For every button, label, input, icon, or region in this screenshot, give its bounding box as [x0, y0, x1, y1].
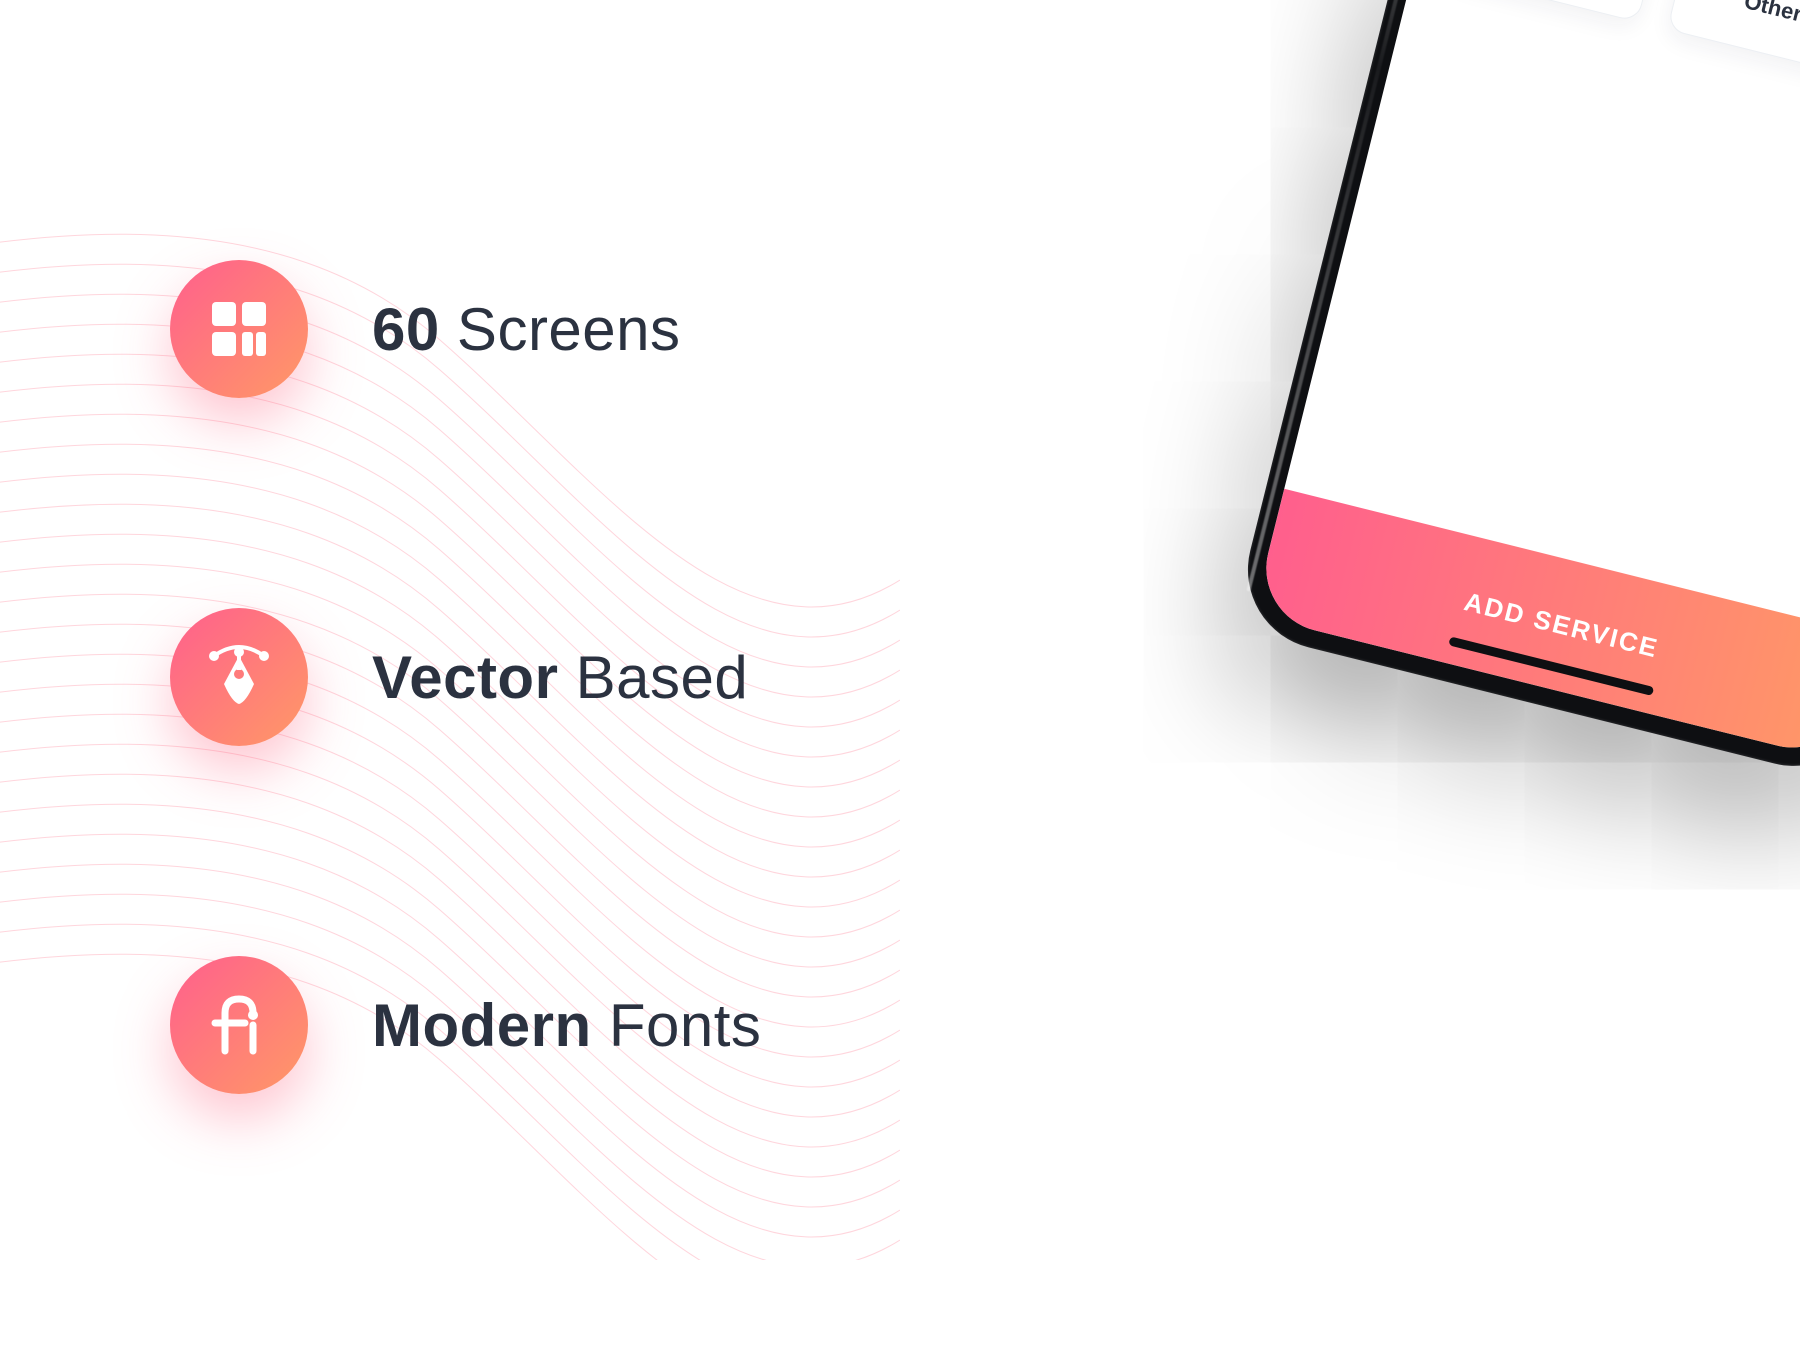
grid-icon — [170, 260, 308, 398]
feature-bold: Modern — [372, 992, 592, 1059]
category-label: Other — [1742, 0, 1800, 27]
feature-item-vector: Vector Based — [170, 608, 761, 746]
feature-list: 60 Screens Vector Based — [170, 260, 761, 1094]
feature-label: 60 Screens — [372, 295, 681, 364]
feature-item-screens: 60 Screens — [170, 260, 761, 398]
pen-tool-icon — [170, 608, 308, 746]
ligature-icon — [170, 956, 308, 1094]
feature-light: Screens — [457, 296, 681, 363]
feature-bold: Vector — [372, 644, 558, 711]
phone-screen: Wax — [1253, 0, 1800, 761]
phone-frame: Wax — [1231, 0, 1800, 783]
feature-light: Based — [576, 644, 749, 711]
phone-mockup: Wax — [1231, 0, 1800, 783]
feature-bold: 60 — [372, 296, 440, 363]
feature-light: Fonts — [609, 992, 762, 1059]
feature-item-fonts: Modern Fonts — [170, 956, 761, 1094]
feature-label: Modern Fonts — [372, 991, 761, 1060]
feature-label: Vector Based — [372, 643, 748, 712]
